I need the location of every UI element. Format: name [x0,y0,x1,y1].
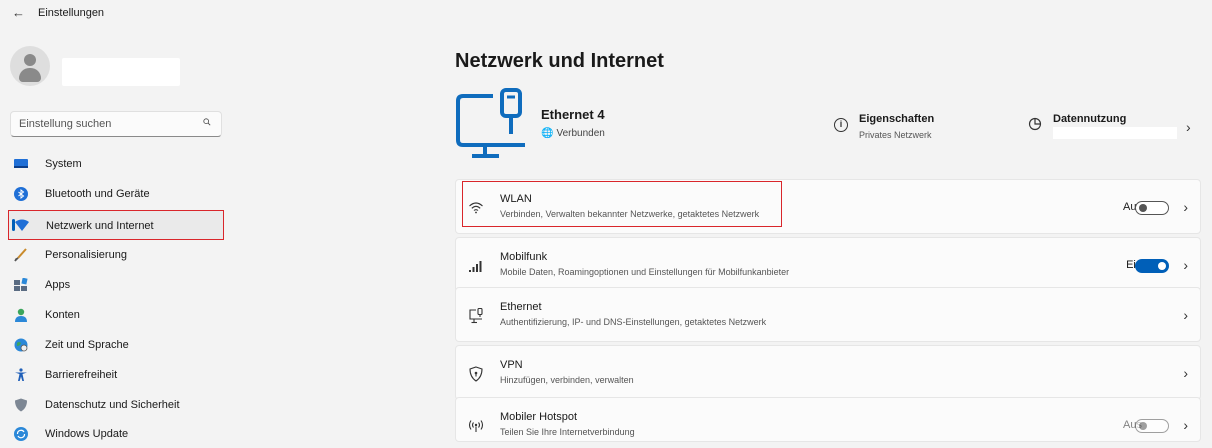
properties-link[interactable]: Eigenschaften [859,113,934,125]
pie-chart-icon[interactable] [1028,117,1042,131]
bluetooth-icon [14,187,28,201]
card-mobile-hotspot[interactable]: Mobiler Hotspot Teilen Sie Ihre Internet… [455,397,1201,442]
sidebar-item-label: Zeit und Sprache [45,339,129,351]
sidebar-item-privacy-security[interactable]: Datenschutz und Sicherheit [8,391,224,419]
back-arrow-icon[interactable]: ← [12,5,25,20]
sidebar-item-accounts[interactable]: Konten [8,301,224,329]
search-icon[interactable] [203,118,211,126]
chevron-right-icon[interactable]: › [1183,257,1188,273]
user-name-redacted [62,58,180,86]
info-icon[interactable]: i [834,118,848,132]
network-icon [15,219,29,231]
chevron-right-icon[interactable]: › [1183,417,1188,433]
card-subtitle: Authentifizierung, IP- und DNS-Einstellu… [500,317,767,327]
card-mobilfunk[interactable]: Mobilfunk Mobile Daten, Roamingoptionen … [455,237,1201,292]
apps-icon [14,278,28,291]
card-title: Mobilfunk [500,251,548,263]
network-profile-text: Privates Netzwerk [859,130,932,140]
card-title: Ethernet [500,301,542,313]
sidebar-item-label: Windows Update [45,428,129,440]
card-ethernet[interactable]: Ethernet Authentifizierung, IP- und DNS-… [455,287,1201,342]
app-title: Einstellungen [38,7,105,19]
sidebar-item-personalization[interactable]: Personalisierung [8,241,224,269]
data-usage-redacted [1053,127,1177,139]
sidebar-item-windows-update[interactable]: Windows Update [8,420,224,448]
card-subtitle: Mobile Daten, Roamingoptionen und Einste… [500,267,790,277]
sidebar-item-time-language[interactable]: Zeit und Sprache [8,331,224,359]
hotspot-toggle[interactable] [1135,419,1169,433]
sidebar-item-label: Bluetooth und Geräte [45,188,150,200]
chevron-right-icon[interactable]: › [1183,365,1188,381]
connection-status: 🌐 Verbunden [541,128,605,139]
sidebar-item-label: Apps [45,279,71,291]
accessibility-icon [15,368,27,381]
sidebar-item-label: Personalisierung [45,249,127,261]
data-usage-link[interactable]: Datennutzung [1053,113,1126,125]
settings-search-box[interactable] [10,111,222,137]
connection-name: Ethernet 4 [541,107,605,122]
wlan-toggle[interactable] [1135,201,1169,215]
card-title: Mobiler Hotspot [500,411,578,423]
vpn-shield-icon [469,366,483,382]
card-subtitle: Teilen Sie Ihre Internetverbindung [500,427,635,437]
globe-icon: 🌐 [541,128,554,139]
page-title: Netzwerk und Internet [455,50,664,72]
system-icon [14,159,28,168]
annotation-highlight-box [462,181,782,227]
globe-clock-icon [14,338,28,352]
sidebar-item-label: Datenschutz und Sicherheit [45,399,180,411]
chevron-right-icon[interactable]: › [1186,119,1191,135]
shield-icon [15,398,27,412]
connection-status-text: Verbunden [556,128,605,139]
ethernet-icon [469,308,483,324]
cellular-signal-icon [469,261,482,272]
title-bar: ← Einstellungen [0,0,1212,28]
chevron-right-icon[interactable]: › [1183,199,1188,215]
card-title: VPN [500,359,523,371]
user-avatar-icon[interactable] [10,46,50,86]
sidebar-item-network[interactable]: Netzwerk und Internet [8,210,224,240]
card-vpn[interactable]: VPN Hinzufügen, verbinden, verwalten › [455,345,1201,400]
sidebar-item-label: System [45,158,82,170]
sidebar-item-label: Konten [45,309,80,321]
sidebar-item-system[interactable]: System [8,150,224,178]
sidebar-item-apps[interactable]: Apps [8,271,224,299]
settings-search-input[interactable] [11,112,207,136]
sidebar-item-bluetooth[interactable]: Bluetooth und Geräte [8,180,224,208]
ethernet-computer-icon [456,88,525,158]
mobilfunk-toggle[interactable] [1135,259,1169,273]
brush-icon [14,248,27,262]
sidebar-item-label: Netzwerk und Internet [46,220,154,232]
sidebar-item-label: Barrierefreiheit [45,369,118,381]
chevron-right-icon[interactable]: › [1183,307,1188,323]
sidebar-item-accessibility[interactable]: Barrierefreiheit [8,361,224,389]
hotspot-icon [468,420,484,432]
card-subtitle: Hinzufügen, verbinden, verwalten [500,375,634,385]
account-icon [15,308,27,322]
